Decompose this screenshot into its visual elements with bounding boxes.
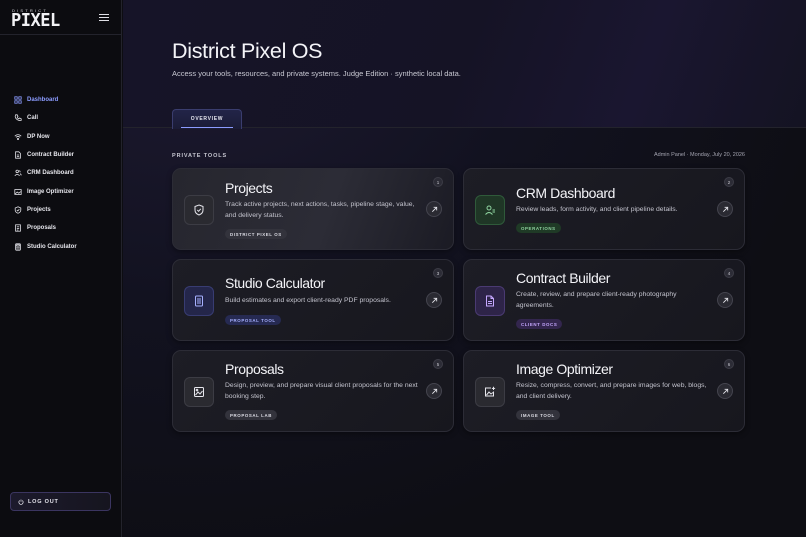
logout-button[interactable]: LOG OUT xyxy=(10,492,111,511)
arrow-up-right-icon xyxy=(722,388,728,394)
document-icon xyxy=(475,286,505,316)
shield-icon xyxy=(184,195,214,225)
sidebar-item-projects[interactable]: Projects xyxy=(0,201,122,219)
sidebar-item-label: Contract Builder xyxy=(27,152,75,159)
card-description: Resize, compress, convert, and prepare i… xyxy=(516,382,707,400)
open-crm-dashboard-button[interactable] xyxy=(717,201,733,217)
card-description: Design, preview, and prepare visual clie… xyxy=(225,382,418,400)
open-image-optimizer-button[interactable] xyxy=(717,383,733,399)
brand-big-text: PIXEL xyxy=(11,10,60,32)
card-badge: CLIENT DOCS xyxy=(516,319,563,329)
image-frame-icon xyxy=(184,377,214,407)
wifi-icon xyxy=(14,133,22,141)
sidebar-item-call[interactable]: Call xyxy=(0,109,122,127)
sidebar-item-label: Studio Calculator xyxy=(27,243,77,250)
sidebar-nav: Dashboard Call DP Now Contract Builder C… xyxy=(0,91,122,256)
arrow-up-right-icon xyxy=(431,206,437,212)
sidebar-item-label: Call xyxy=(27,115,39,122)
shield-icon xyxy=(14,206,22,214)
card-projects[interactable]: Projects Track active projects, next act… xyxy=(172,168,454,250)
sidebar-item-label: CRM Dashboard xyxy=(27,170,74,177)
sidebar-item-label: Image Optimizer xyxy=(27,188,74,195)
sidebar: DISTRICT PIXEL Dashboard Call DP Now Con… xyxy=(0,0,122,537)
card-number: 6 xyxy=(724,359,734,369)
card-badge: PROPOSAL TOOL xyxy=(225,315,281,325)
grid-icon xyxy=(14,96,22,104)
card-badge: PROPOSAL LAB xyxy=(225,410,278,420)
card-proposals[interactable]: Proposals Design, preview, and prepare v… xyxy=(172,350,454,432)
card-description: Track active projects, next actions, tas… xyxy=(225,201,415,219)
card-number: 5 xyxy=(433,359,443,369)
users-icon xyxy=(14,169,22,177)
image-plus-icon xyxy=(475,377,505,407)
card-badge: IMAGE TOOL xyxy=(516,410,560,420)
card-contract-builder[interactable]: Contract Builder Create, review, and pre… xyxy=(463,259,745,341)
arrow-up-right-icon xyxy=(431,388,437,394)
main-content: District Pixel OS Access your tools, res… xyxy=(123,0,806,537)
card-description: Create, review, and prepare client-ready… xyxy=(516,291,677,309)
logout-label: LOG OUT xyxy=(28,498,59,505)
card-number: 1 xyxy=(433,177,443,187)
file-text-icon xyxy=(14,224,22,232)
user-check-icon xyxy=(475,195,505,225)
page-title: District Pixel OS xyxy=(172,39,323,63)
sidebar-item-crm-dashboard[interactable]: CRM Dashboard xyxy=(0,164,122,182)
card-number: 2 xyxy=(724,177,734,187)
section-title: PRIVATE TOOLS xyxy=(172,153,228,159)
calculator-icon xyxy=(14,242,22,251)
card-title: Projects xyxy=(225,180,273,196)
card-image-optimizer[interactable]: Image Optimizer Resize, compress, conver… xyxy=(463,350,745,432)
arrow-up-right-icon xyxy=(722,297,728,303)
card-crm-dashboard[interactable]: CRM Dashboard Review leads, form activit… xyxy=(463,168,745,250)
tab-label: OVERVIEW xyxy=(190,115,224,122)
card-description: Review leads, form activity, and client … xyxy=(516,206,678,213)
card-title: CRM Dashboard xyxy=(516,185,616,201)
calculator-icon xyxy=(184,286,214,316)
card-number: 4 xyxy=(724,268,734,278)
open-contract-builder-button[interactable] xyxy=(717,292,733,308)
tab-active-indicator xyxy=(181,127,233,128)
card-badge: OPERATIONS xyxy=(516,223,561,233)
section-meta: Admin Panel · Monday, July 20, 2026 xyxy=(653,152,745,158)
sidebar-item-label: Dashboard xyxy=(27,97,59,104)
image-icon xyxy=(14,188,22,196)
sidebar-item-dp-now[interactable]: DP Now xyxy=(0,128,122,146)
tab-overview[interactable]: OVERVIEW xyxy=(172,109,242,129)
menu-icon[interactable] xyxy=(99,14,109,23)
document-icon xyxy=(14,151,22,159)
sidebar-item-proposals[interactable]: Proposals xyxy=(0,219,122,237)
page-subtitle: Access your tools, resources, and privat… xyxy=(172,69,461,78)
open-studio-calculator-button[interactable] xyxy=(426,292,442,308)
card-title: Image Optimizer xyxy=(516,361,613,377)
sidebar-item-label: Projects xyxy=(27,206,51,213)
sidebar-item-studio-calculator[interactable]: Studio Calculator xyxy=(0,237,122,255)
card-title: Proposals xyxy=(225,361,284,377)
card-description: Build estimates and export client-ready … xyxy=(225,297,391,304)
arrow-up-right-icon xyxy=(722,206,728,212)
power-icon xyxy=(18,498,24,505)
sidebar-item-contract-builder[interactable]: Contract Builder xyxy=(0,146,122,164)
card-title: Studio Calculator xyxy=(225,275,325,291)
sidebar-item-image-optimizer[interactable]: Image Optimizer xyxy=(0,182,122,200)
sidebar-item-label: DP Now xyxy=(27,133,50,140)
phone-icon xyxy=(14,114,22,122)
arrow-up-right-icon xyxy=(431,297,437,303)
open-projects-button[interactable] xyxy=(426,201,442,217)
sidebar-item-dashboard[interactable]: Dashboard xyxy=(0,91,122,109)
card-studio-calculator[interactable]: Studio Calculator Build estimates and ex… xyxy=(172,259,454,341)
sidebar-item-label: Proposals xyxy=(27,225,57,232)
card-badge: DISTRICT PIXEL OS xyxy=(225,229,287,239)
open-proposals-button[interactable] xyxy=(426,383,442,399)
card-number: 3 xyxy=(433,268,443,278)
card-title: Contract Builder xyxy=(516,270,610,286)
